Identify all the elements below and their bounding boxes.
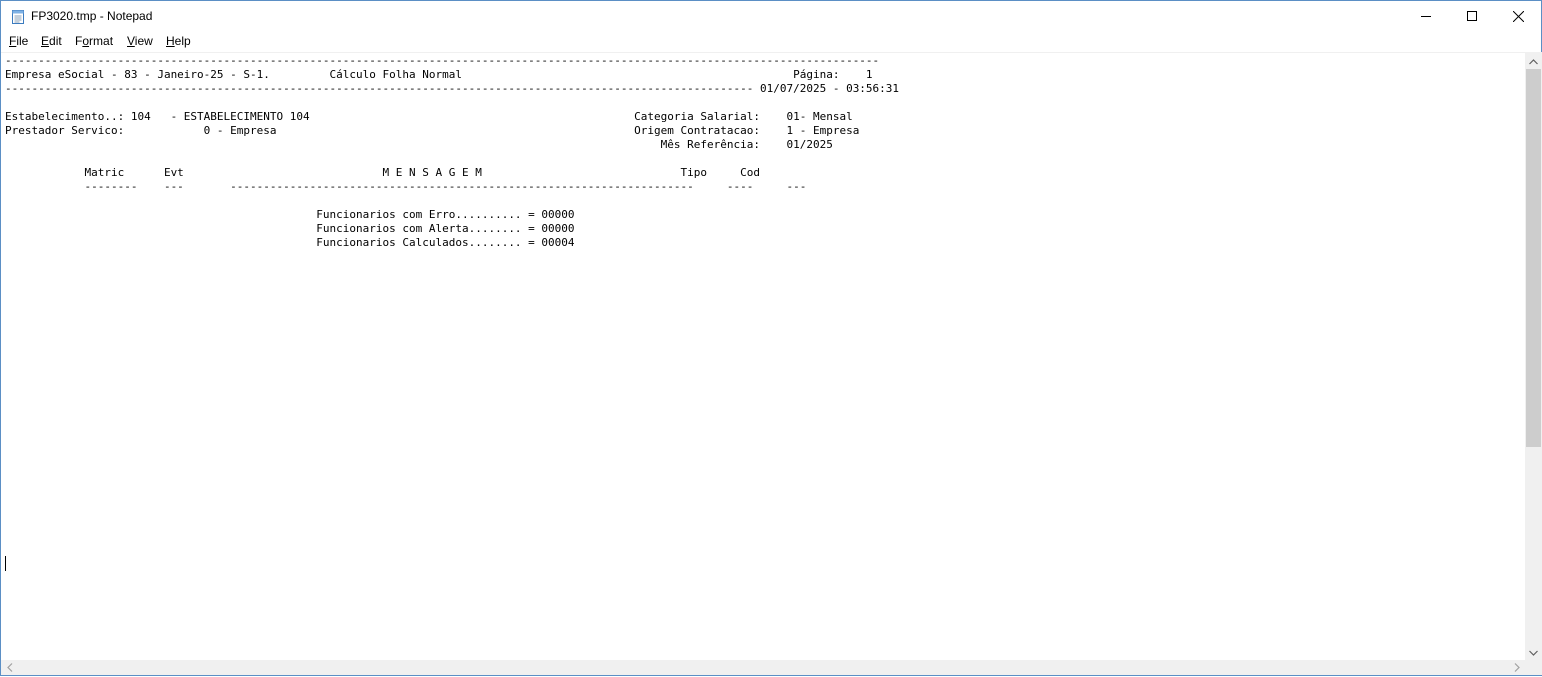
notepad-window: FP3020.tmp - Notepad File Edit Format Vi… xyxy=(0,0,1542,676)
text-editor[interactable]: ----------------------------------------… xyxy=(1,52,1525,661)
document-line: Prestador Servico: 0 - Empresa Origem Co… xyxy=(5,124,860,137)
chevron-left-icon xyxy=(6,659,13,677)
close-button[interactable] xyxy=(1495,1,1541,31)
menu-format[interactable]: Format xyxy=(75,34,113,48)
menu-edit[interactable]: Edit xyxy=(41,34,62,48)
minimize-button[interactable] xyxy=(1403,1,1449,31)
vertical-scrollbar[interactable] xyxy=(1525,52,1542,660)
document-line: ----------------------------------------… xyxy=(5,82,900,95)
scrollbar-corner xyxy=(1525,660,1542,675)
scroll-down-button[interactable] xyxy=(1525,643,1542,660)
maximize-icon xyxy=(1467,11,1477,21)
menu-help[interactable]: Help xyxy=(166,34,191,48)
scroll-up-button[interactable] xyxy=(1525,52,1542,69)
scroll-right-button[interactable] xyxy=(1508,660,1525,675)
maximize-button[interactable] xyxy=(1449,1,1495,31)
scroll-left-button[interactable] xyxy=(1,660,18,675)
menu-file-label: ile xyxy=(16,34,29,48)
document-line: Matric Evt M E N S A G E M Tipo Cod xyxy=(5,166,760,179)
text-caret xyxy=(5,556,6,571)
document-line: Funcionarios com Alerta........ = 00000 xyxy=(5,222,575,235)
menu-file[interactable]: File xyxy=(9,34,28,48)
horizontal-scrollbar[interactable] xyxy=(1,660,1525,675)
document-line: Empresa eSocial - 83 - Janeiro-25 - S-1.… xyxy=(5,68,873,81)
document-line: Funcionarios Calculados........ = 00004 xyxy=(5,236,575,249)
menu-view-label: iew xyxy=(134,34,153,48)
document-line: ----------------------------------------… xyxy=(5,54,880,67)
title-bar[interactable]: FP3020.tmp - Notepad xyxy=(1,1,1541,31)
vertical-scroll-thumb[interactable] xyxy=(1526,69,1541,447)
chevron-up-icon xyxy=(1529,52,1538,70)
menu-view[interactable]: View xyxy=(127,34,153,48)
notepad-icon xyxy=(11,9,25,24)
document-line: Funcionarios com Erro.......... = 00000 xyxy=(5,208,575,221)
menu-edit-mnemonic: E xyxy=(41,34,50,48)
menu-view-mnemonic: V xyxy=(127,34,135,48)
document-line: -------- --- ---------------------------… xyxy=(5,180,807,193)
menu-help-mnemonic: H xyxy=(166,34,175,48)
menu-format-label: rmat xyxy=(89,34,114,48)
chevron-right-icon xyxy=(1514,659,1520,677)
menu-bar: File Edit Format View Help xyxy=(1,32,1541,51)
document-line: Mês Referência: 01/2025 xyxy=(5,138,833,151)
menu-edit-label: dit xyxy=(49,34,62,48)
menu-help-label: elp xyxy=(174,34,191,48)
minimize-icon xyxy=(1421,11,1431,21)
document-line: Estabelecimento..: 104 - ESTABELECIMENTO… xyxy=(5,110,853,123)
chevron-down-icon xyxy=(1529,643,1538,661)
close-icon xyxy=(1512,10,1524,22)
window-title: FP3020.tmp - Notepad xyxy=(31,9,153,23)
